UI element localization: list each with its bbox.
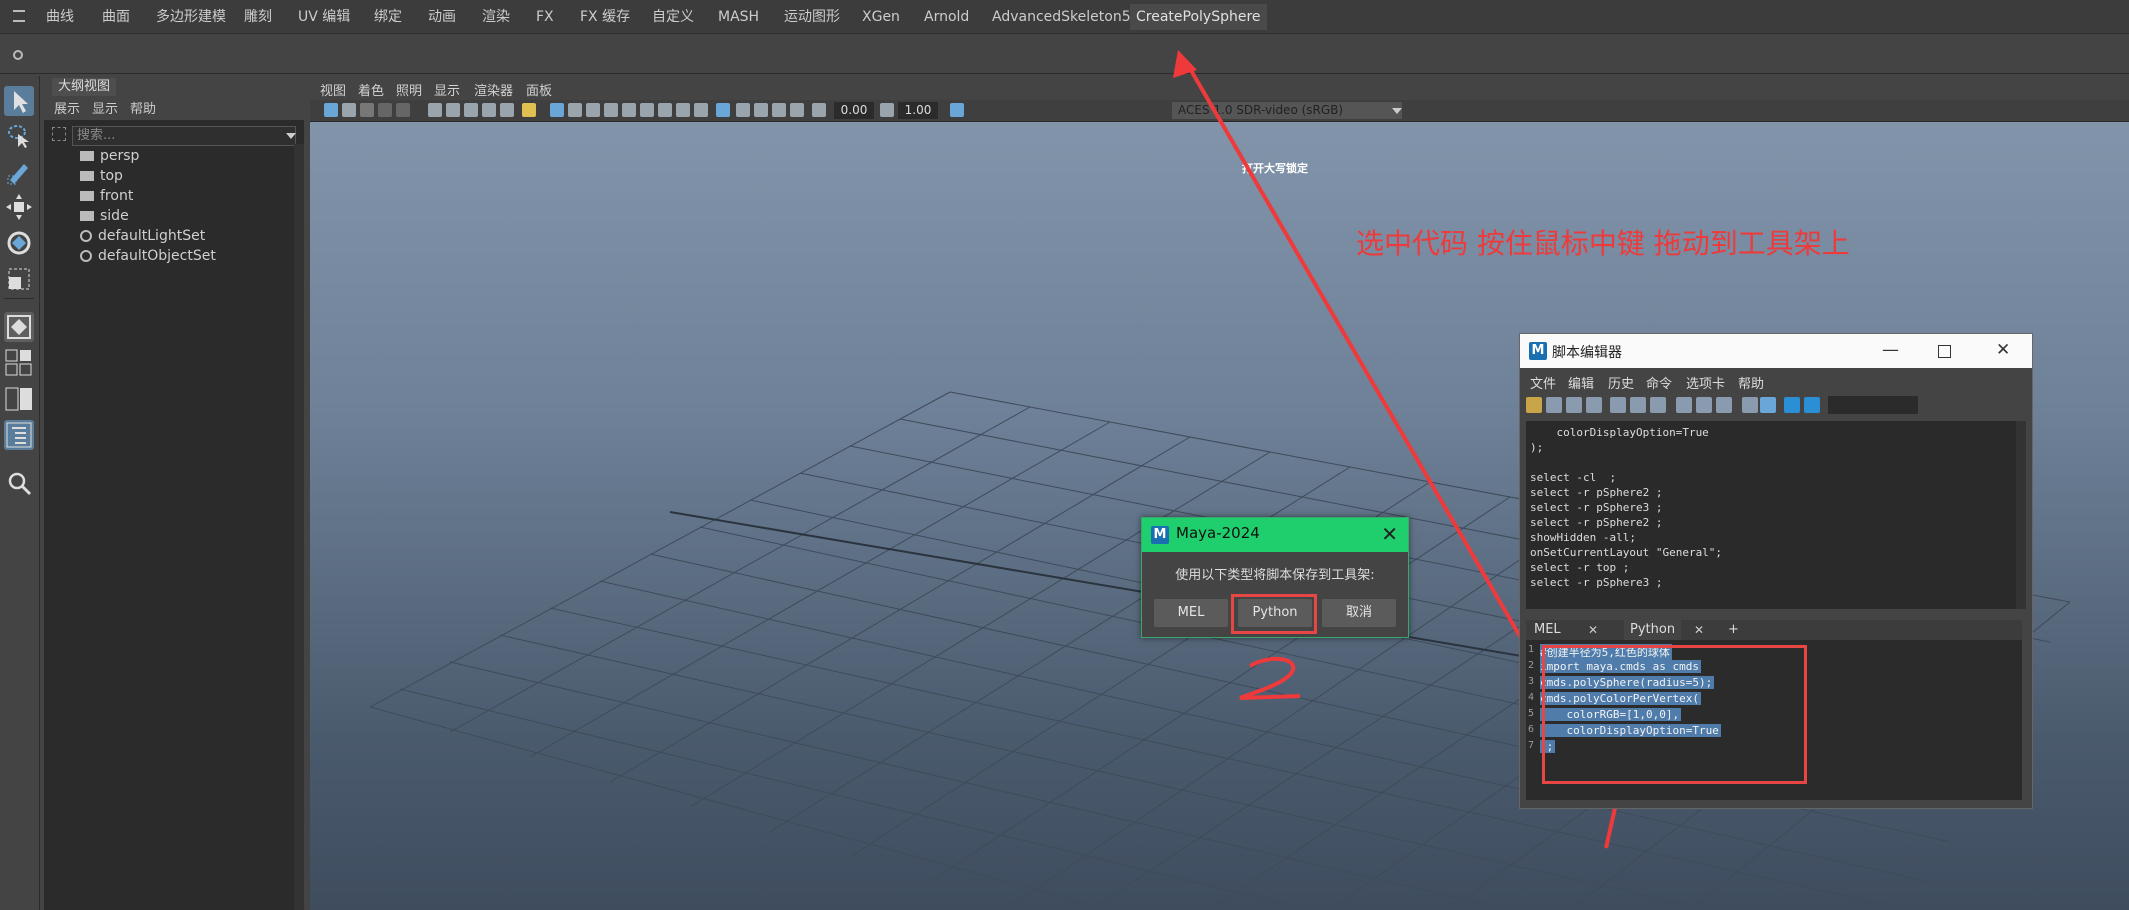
tab-add[interactable]: + [1722,620,1745,640]
show-both-icon[interactable] [1716,397,1732,413]
maya-logo-icon: M [1151,526,1169,544]
history-scrollbar[interactable] [2016,421,2026,609]
mel-button[interactable]: MEL [1154,599,1228,627]
clear-history-icon[interactable] [1610,397,1626,413]
history-line: onSetCurrentLayout "General"; [1530,546,1723,559]
history-line: colorDisplayOption=True [1530,426,1709,439]
line-number: 1 [1528,644,1535,655]
menu-command[interactable]: 命令 [1646,373,1672,392]
history-line: select -r top ; [1530,561,1630,574]
close-tab-icon[interactable]: ✕ [1588,623,1598,637]
menu-help[interactable]: 帮助 [1738,373,1764,392]
script-tabs: MEL ✕ Python ✕ + [1526,620,2022,640]
tab-mel[interactable]: MEL [1528,620,1567,640]
menu-history[interactable]: 历史 [1608,373,1634,392]
save-to-shelf-icon[interactable] [1586,397,1602,413]
script-editor-window: M 脚本编辑器 — ✕ 文件 编辑 历史 命令 选项卡 帮助 colorDisp… [1519,333,2033,809]
execute-icon[interactable] [1804,397,1820,413]
close-icon[interactable]: ✕ [1381,522,1398,546]
history-line: showHidden -all; [1530,531,1636,544]
line-number: 3 [1528,676,1535,687]
maximize-icon[interactable] [1938,345,1951,358]
history-pane[interactable]: colorDisplayOption=True); select -cl ; sel… [1526,421,2022,609]
history-line: select -r pSphere2 ; [1530,486,1663,499]
script-editor-title-bar[interactable]: M 脚本编辑器 — ✕ [1520,334,2032,368]
line-number: 5 [1528,708,1535,719]
menu-tabs[interactable]: 选项卡 [1686,373,1725,392]
script-editor-toolbar [1520,392,2032,418]
history-line: select -r pSphere3 ; [1530,576,1663,589]
line-number: 2 [1528,660,1535,671]
save-to-shelf-dialog: M Maya-2024 ✕ 使用以下类型将脚本保存到工具架: MEL Pytho… [1141,517,1409,638]
close-tab-icon[interactable]: ✕ [1694,623,1704,637]
dialog-title: Maya-2024 [1176,524,1260,542]
history-line: select -cl ; [1530,471,1617,484]
clear-input-icon[interactable] [1630,397,1646,413]
show-history-icon[interactable] [1676,397,1692,413]
clear-all-icon[interactable] [1650,397,1666,413]
execute-all-icon[interactable] [1784,397,1800,413]
command-search-field[interactable] [1828,396,1918,414]
echo-commands-icon[interactable] [1742,397,1758,413]
history-line: select -r pSphere2 ; [1530,516,1663,529]
open-script-icon[interactable] [1526,397,1542,413]
source-script-icon[interactable] [1546,397,1562,413]
script-editor-menu-bar: 文件 编辑 历史 命令 选项卡 帮助 [1520,370,2032,392]
annotation-box-code [1542,645,1807,784]
script-editor-title: 脚本编辑器 [1552,345,1622,361]
menu-file[interactable]: 文件 [1530,373,1556,392]
line-number: 6 [1528,724,1535,735]
minimize-icon[interactable]: — [1882,340,1899,360]
tab-python[interactable]: Python [1624,620,1682,640]
show-input-icon[interactable] [1696,397,1712,413]
save-script-icon[interactable] [1566,397,1582,413]
close-icon[interactable]: ✕ [1996,340,2010,360]
menu-edit[interactable]: 编辑 [1568,373,1594,392]
line-number: 4 [1528,692,1535,703]
history-line: ); [1530,441,1544,454]
dialog-message: 使用以下类型将脚本保存到工具架: [1175,568,1375,583]
dialog-title-bar[interactable]: M Maya-2024 ✕ [1142,518,1408,552]
history-line: select -r pSphere3 ; [1530,501,1663,514]
line-numbers-icon[interactable] [1760,397,1776,413]
cancel-button[interactable]: 取消 [1322,599,1396,627]
annotation-box-python [1231,594,1317,634]
maya-logo-icon: M [1529,342,1547,360]
line-number: 7 [1528,740,1535,751]
